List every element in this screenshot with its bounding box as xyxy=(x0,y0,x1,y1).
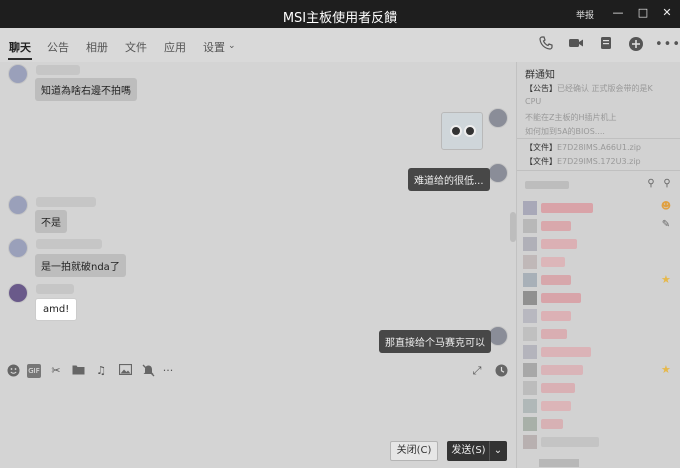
member-item[interactable] xyxy=(523,308,673,324)
emoji-icon[interactable] xyxy=(6,364,20,378)
divider xyxy=(517,170,680,171)
member-item[interactable]: ★ xyxy=(523,272,673,288)
send-button[interactable]: 发送(S) xyxy=(447,441,489,461)
message-bubble: 那直接给个马赛克可以 xyxy=(379,330,491,353)
sticker-eye xyxy=(464,125,476,137)
member-item[interactable] xyxy=(523,434,673,450)
find-member-icon[interactable]: ⚲ xyxy=(645,178,657,190)
message-bubble: 是一拍就破nda了 xyxy=(35,254,126,277)
report-link[interactable]: 举报 xyxy=(576,8,594,21)
member-item[interactable] xyxy=(523,380,673,396)
maximize-icon[interactable]: □ xyxy=(636,6,650,20)
file-label: 【文件】 xyxy=(525,143,557,152)
tab-files[interactable]: 文件 xyxy=(125,39,147,55)
tab-chat[interactable]: 聊天 xyxy=(9,39,31,55)
avatar[interactable] xyxy=(8,283,28,303)
folder-icon[interactable] xyxy=(71,364,85,378)
announcement-text: CPU xyxy=(525,97,542,106)
sticker-image[interactable] xyxy=(441,112,483,150)
member-item[interactable] xyxy=(523,344,673,360)
file-name: E7D29IMS.172U3.zip xyxy=(557,157,641,166)
message-bubble: 不是 xyxy=(35,210,67,233)
chat-area[interactable]: 知道為啥右邊不拍嗎 难道给的很低... 不是 是一拍就破nda了 amd! 那直… xyxy=(0,62,516,359)
avatar[interactable] xyxy=(8,238,28,258)
tab-album[interactable]: 相册 xyxy=(86,39,108,55)
close-icon[interactable]: ✕ xyxy=(660,6,674,20)
member-item[interactable] xyxy=(523,236,673,252)
send-options-dropdown[interactable]: ⌄ xyxy=(489,441,507,461)
group-info-panel: 群通知 【公告】已经确认 正式版会带的是K CPU 不能在Z主板的H插片机上 如… xyxy=(516,62,680,468)
member-item[interactable]: ★ xyxy=(523,362,673,378)
member-count xyxy=(525,181,569,189)
member-item[interactable] xyxy=(523,200,673,216)
chevron-down-icon[interactable]: ⌄ xyxy=(228,41,236,51)
minimize-icon[interactable]: — xyxy=(611,6,625,20)
search-icon[interactable]: ⚲ xyxy=(661,178,673,190)
scissors-icon[interactable]: ✂ xyxy=(49,364,63,378)
announcement-label: 【公告】 xyxy=(525,84,557,93)
message-bubble: amd! xyxy=(35,298,78,321)
phone-icon[interactable] xyxy=(537,36,555,54)
announcement-text: 已经确认 正式版会带的是K xyxy=(557,84,653,93)
gif-icon[interactable]: GIF xyxy=(27,364,41,378)
star-icon: ★ xyxy=(661,273,671,286)
avatar[interactable] xyxy=(8,64,28,84)
image-icon[interactable] xyxy=(118,363,132,378)
tab-apps[interactable]: 应用 xyxy=(164,39,186,55)
announcement[interactable]: 【公告】已经确认 正式版会带的是K xyxy=(525,83,653,94)
file-item[interactable]: 【文件】E7D28IMS.A66U1.zip xyxy=(525,142,641,153)
member-item[interactable] xyxy=(523,326,673,342)
sender-name xyxy=(36,197,96,207)
history-icon[interactable] xyxy=(494,364,508,378)
member-item[interactable] xyxy=(523,254,673,270)
video-icon[interactable] xyxy=(567,36,585,54)
tab-settings[interactable]: 设置 xyxy=(203,39,225,55)
sender-name xyxy=(36,284,74,294)
avatar[interactable] xyxy=(488,163,508,183)
announcement-text: 如何加到5A的BIOS.... xyxy=(525,127,605,136)
message-bubble: 知道為啥右邊不拍嗎 xyxy=(35,78,137,101)
divider xyxy=(517,138,680,139)
message-bubble: 难道给的很低... xyxy=(408,168,490,191)
avatar[interactable] xyxy=(488,108,508,128)
member-item[interactable] xyxy=(523,290,673,306)
file-label: 【文件】 xyxy=(525,157,557,166)
member-item[interactable] xyxy=(523,218,673,234)
more-members-link[interactable] xyxy=(539,459,579,467)
file-item[interactable]: 【文件】E7D29IMS.172U3.zip xyxy=(525,156,641,167)
message-input[interactable]: 关闭(C) 发送(S) ⌄ xyxy=(0,385,516,468)
avatar[interactable] xyxy=(488,326,508,346)
tab-bar: 聊天 公告 相册 文件 应用 设置 ⌄ ••• xyxy=(0,28,680,62)
notice-title: 群通知 xyxy=(525,70,555,81)
expand-icon[interactable]: ⤢ xyxy=(470,364,484,378)
member-item[interactable] xyxy=(523,398,673,414)
sticker-eye xyxy=(450,125,462,137)
sender-name xyxy=(36,65,80,75)
tab-announcement[interactable]: 公告 xyxy=(47,39,69,55)
more-icon[interactable]: ••• xyxy=(655,36,680,54)
active-tab-indicator xyxy=(8,58,32,60)
screen-share-icon[interactable] xyxy=(597,36,615,54)
member-item[interactable] xyxy=(523,416,673,432)
title-bar: MSI主板使用者反饋 举报 — □ ✕ xyxy=(0,0,680,28)
close-button[interactable]: 关闭(C) xyxy=(390,441,438,461)
star-icon: ★ xyxy=(661,363,671,376)
input-toolbar: GIF ✂ ♫ ··· ⤢ xyxy=(0,359,516,385)
announcement-text: 不能在Z主板的H插片机上 xyxy=(525,113,617,122)
music-icon[interactable]: ♫ xyxy=(94,364,108,378)
mute-icon[interactable] xyxy=(141,364,155,378)
more-icon[interactable]: ··· xyxy=(161,364,175,378)
sender-name xyxy=(36,239,102,249)
add-icon[interactable] xyxy=(627,36,645,54)
avatar[interactable] xyxy=(8,195,28,215)
file-name: E7D28IMS.A66U1.zip xyxy=(557,143,642,152)
